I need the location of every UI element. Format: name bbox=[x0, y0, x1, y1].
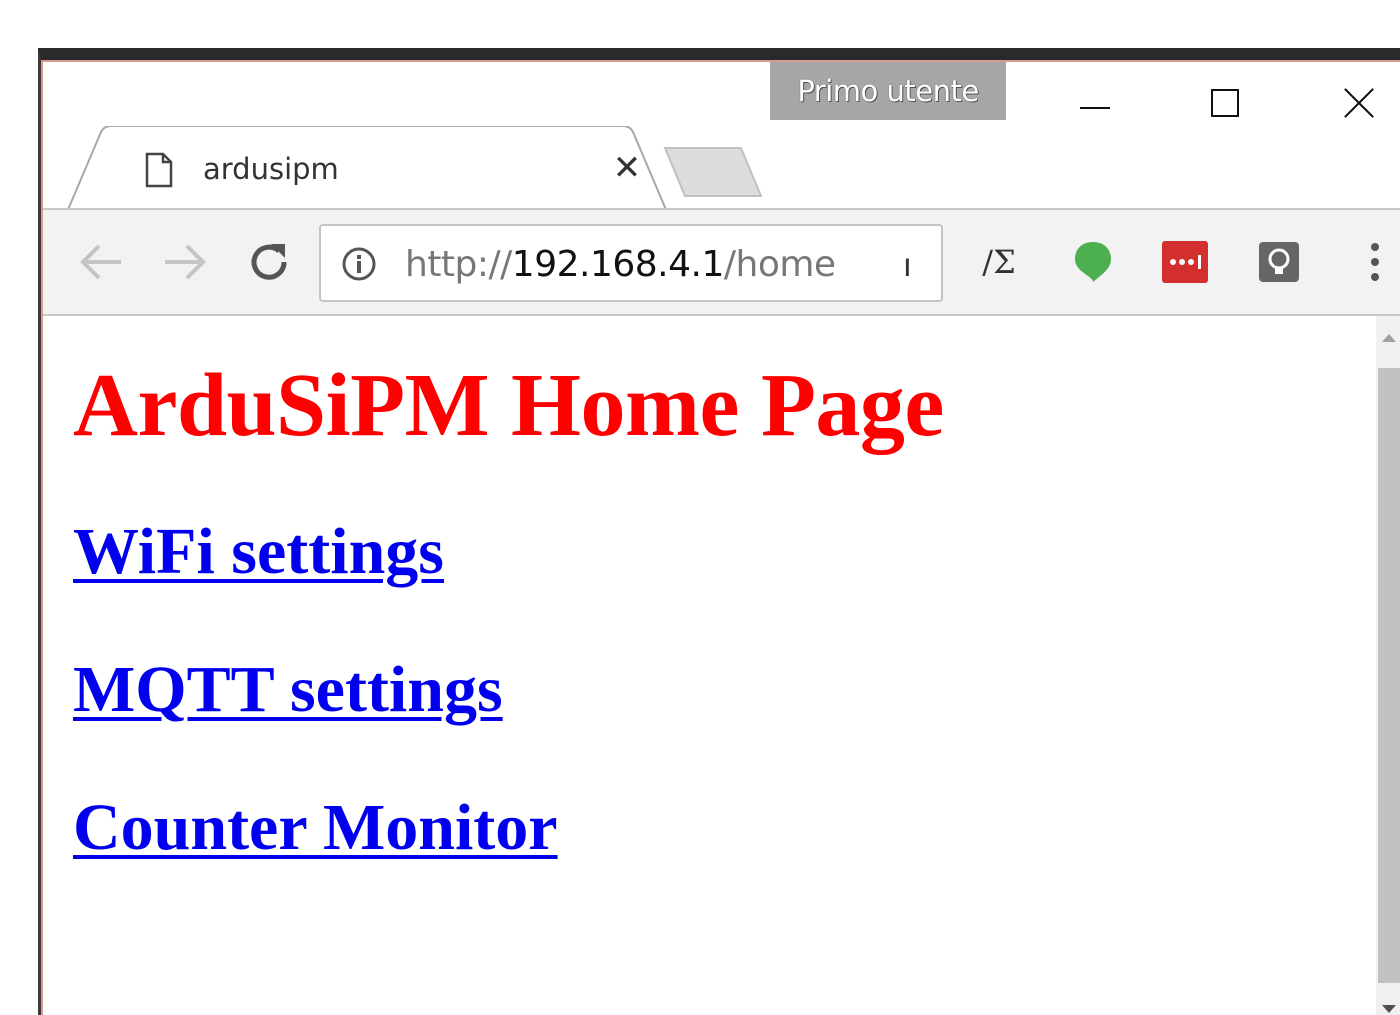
new-tab-button[interactable] bbox=[663, 146, 763, 198]
back-arrow-icon bbox=[80, 244, 121, 280]
sigma-extension-icon[interactable]: /Σ bbox=[973, 236, 1025, 288]
tab-close-icon[interactable]: ✕ bbox=[607, 148, 647, 188]
speech-bubble-icon bbox=[1075, 242, 1111, 282]
maximize-icon bbox=[1211, 89, 1239, 117]
browser-toolbar: http://192.168.4.1/home ו /Σ bbox=[43, 208, 1400, 316]
red-extension-button[interactable] bbox=[1159, 236, 1211, 288]
close-icon bbox=[1344, 88, 1374, 118]
wifi-settings-link[interactable]: WiFi settings bbox=[73, 514, 444, 590]
scroll-down-arrow-icon[interactable] bbox=[1382, 1005, 1396, 1013]
page-title: ArduSiPM Home Page bbox=[73, 356, 944, 455]
minimize-icon bbox=[1080, 107, 1110, 109]
page-icon bbox=[145, 152, 173, 188]
back-button[interactable] bbox=[71, 232, 131, 292]
lightbulb-icon bbox=[1259, 242, 1299, 282]
tab-ardusipm[interactable]: ardusipm ✕ bbox=[67, 126, 667, 212]
kebab-menu-icon bbox=[1371, 243, 1379, 281]
browser-window: Primo utente ardusipm ✕ http://192.168.4… bbox=[38, 48, 1400, 1015]
forward-button[interactable] bbox=[155, 232, 215, 292]
password-manager-icon bbox=[1162, 241, 1208, 283]
info-icon[interactable] bbox=[341, 246, 377, 282]
minimize-button[interactable] bbox=[1055, 74, 1135, 132]
maximize-button[interactable] bbox=[1185, 74, 1265, 132]
url-scheme: http:// bbox=[405, 244, 512, 285]
title-bar: Primo utente ardusipm ✕ bbox=[43, 62, 1400, 212]
page-content: ArduSiPM Home Page WiFi settings MQTT se… bbox=[43, 316, 1400, 1015]
reload-icon bbox=[251, 244, 287, 280]
browser-menu-button[interactable] bbox=[1349, 236, 1400, 288]
tab-title: ardusipm bbox=[203, 152, 339, 186]
url-host: 192.168.4.1 bbox=[511, 244, 725, 285]
vertical-scrollbar[interactable] bbox=[1376, 316, 1400, 1015]
url-path: /home bbox=[723, 244, 836, 285]
bulb-extension-button[interactable] bbox=[1253, 236, 1305, 288]
counter-monitor-link[interactable]: Counter Monitor bbox=[73, 790, 558, 866]
scroll-thumb[interactable] bbox=[1378, 368, 1400, 983]
url-text[interactable]: http://192.168.4.1/home bbox=[405, 244, 836, 285]
profile-badge[interactable]: Primo utente bbox=[770, 62, 1006, 120]
window-close-button[interactable] bbox=[1319, 74, 1399, 132]
mqtt-settings-link[interactable]: MQTT settings bbox=[73, 652, 503, 728]
scroll-up-arrow-icon[interactable] bbox=[1382, 334, 1396, 342]
address-bar[interactable]: http://192.168.4.1/home ו bbox=[319, 224, 943, 302]
reload-button[interactable] bbox=[239, 232, 299, 292]
green-extension-button[interactable] bbox=[1067, 236, 1119, 288]
url-hint: ו bbox=[903, 246, 912, 284]
forward-arrow-icon bbox=[165, 244, 206, 280]
